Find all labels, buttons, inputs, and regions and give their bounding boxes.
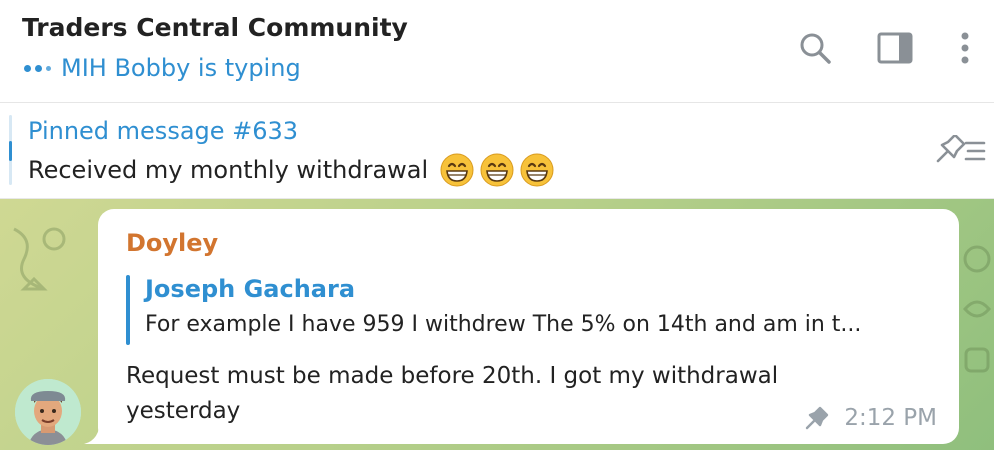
typing-dots-icon [24, 64, 51, 72]
reply-quote-bar [126, 275, 130, 345]
grinning-face-icon [520, 153, 554, 187]
sidebar-toggle-icon[interactable] [875, 28, 915, 68]
chat-title[interactable]: Traders Central Community [22, 13, 408, 42]
more-vertical-icon[interactable] [945, 28, 985, 68]
chat-area[interactable]: Doyley Joseph Gachara For example I have… [0, 199, 994, 450]
avatar[interactable] [15, 379, 81, 445]
message-bubble[interactable]: Doyley Joseph Gachara For example I have… [98, 209, 959, 444]
reply-sender: Joseph Gachara [145, 275, 356, 303]
pin-icon [806, 406, 829, 430]
grinning-face-icon [440, 153, 474, 187]
reply-text: For example I have 959 I withdrew The 5%… [145, 312, 862, 337]
typing-status: MIH Bobby is typing [24, 54, 301, 82]
pin-list-icon[interactable] [934, 133, 988, 169]
background-doodle-icon [13, 227, 66, 291]
pinned-message-bar[interactable]: Pinned message #633 Received my monthly … [0, 103, 994, 199]
message-sender[interactable]: Doyley [126, 229, 218, 257]
grinning-face-icon [480, 153, 514, 187]
search-icon[interactable] [795, 28, 835, 68]
background-doodle-icon [963, 245, 991, 373]
message-time: 2:12 PM [844, 405, 937, 431]
reply-quote[interactable]: Joseph Gachara For example I have 959 I … [126, 271, 936, 345]
emoji-group [440, 153, 554, 187]
pinned-message-text: Received my monthly withdrawal [28, 156, 429, 184]
chat-header: Traders Central Community MIH Bobby is t… [0, 0, 994, 103]
typing-status-text: MIH Bobby is typing [61, 54, 301, 82]
pinned-message-title: Pinned message #633 [28, 117, 299, 145]
message-meta: 2:12 PM [804, 405, 937, 431]
pinned-indicator [9, 115, 12, 185]
message-text: Request must be made before 20th. I got … [126, 363, 779, 424]
pinned-message-text-row: Received my monthly withdrawal [28, 153, 554, 187]
